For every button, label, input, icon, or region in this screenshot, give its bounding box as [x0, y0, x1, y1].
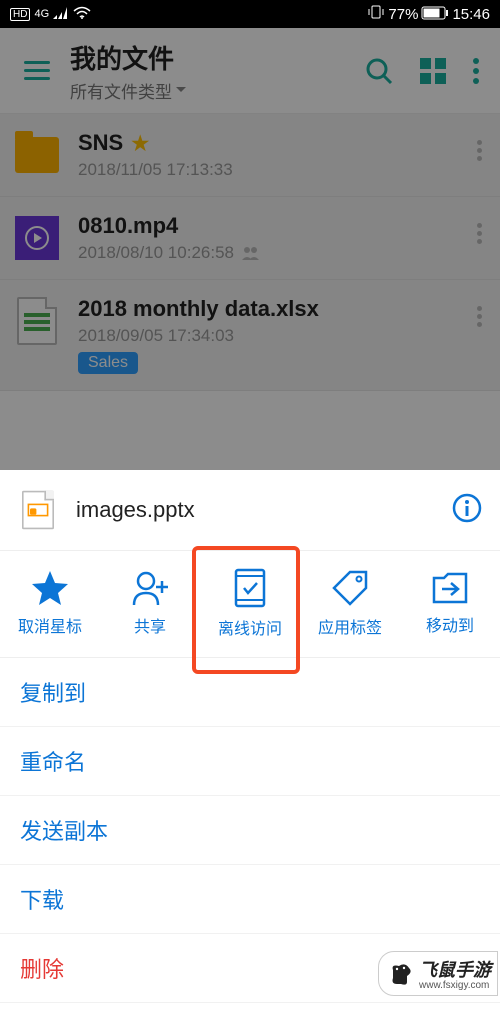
action-label: 离线访问	[218, 615, 282, 639]
watermark: 飞鼠手游 www.fsxigy.com	[378, 951, 498, 996]
file-menu-button[interactable]	[471, 130, 488, 171]
file-menu-button[interactable]	[471, 213, 488, 254]
overflow-button[interactable]	[472, 58, 480, 84]
file-date: 2018/09/05 17:34:03	[78, 326, 471, 346]
wifi-icon	[73, 6, 91, 23]
move-action[interactable]: 移动到	[400, 569, 500, 639]
sheet-filename: images.pptx	[76, 497, 452, 523]
file-type-filter[interactable]: 所有文件类型	[70, 76, 364, 103]
file-tag: Sales	[78, 352, 138, 374]
battery-pct: 77%	[388, 6, 418, 23]
file-date: 2018/08/10 10:26:58	[78, 243, 234, 263]
tag-action[interactable]: 应用标签	[300, 569, 400, 639]
chevron-down-icon	[176, 87, 186, 93]
hd-indicator: HD	[10, 8, 30, 21]
action-row: 取消星标 共享 离线访问 应用标签 移动到	[0, 551, 500, 658]
video-icon	[15, 216, 59, 260]
vibrate-icon	[368, 5, 384, 23]
share-person-icon	[132, 571, 168, 605]
spreadsheet-icon	[17, 297, 57, 345]
file-date: 2018/11/05 17:13:33	[78, 160, 471, 180]
menu-button[interactable]	[14, 51, 60, 90]
page-title: 我的文件	[70, 39, 364, 76]
star-icon: ★	[131, 131, 149, 156]
action-label: 移动到	[426, 612, 474, 636]
move-folder-icon	[432, 572, 468, 604]
file-item-folder[interactable]: SNS ★ 2018/11/05 17:13:33	[0, 114, 500, 197]
tag-icon	[332, 570, 368, 606]
rename-item[interactable]: 重命名	[0, 727, 500, 796]
file-name: 2018 monthly data.xlsx	[78, 296, 319, 322]
clock: 15:46	[452, 6, 490, 23]
shared-icon	[242, 246, 262, 260]
app-bar: 我的文件 所有文件类型	[0, 28, 500, 114]
offline-action[interactable]: 离线访问	[200, 569, 300, 639]
download-item[interactable]: 下载	[0, 865, 500, 934]
action-label: 取消星标	[18, 613, 82, 637]
presentation-icon	[22, 491, 54, 529]
signal-icon	[53, 6, 69, 23]
send-copy-item[interactable]: 发送副本	[0, 796, 500, 865]
status-bar: HD 4G 77% 15:46	[0, 0, 500, 28]
file-list: SNS ★ 2018/11/05 17:13:33 0810.mp4 2018/0…	[0, 114, 500, 391]
watermark-url: www.fsxigy.com	[419, 980, 491, 991]
battery-icon	[422, 6, 448, 23]
watermark-logo-icon	[389, 962, 413, 986]
unstar-action[interactable]: 取消星标	[0, 569, 100, 639]
action-label: 共享	[134, 613, 166, 637]
watermark-brand: 飞鼠手游	[419, 960, 491, 980]
network-indicator: 4G	[34, 8, 49, 20]
file-item-video[interactable]: 0810.mp4 2018/08/10 10:26:58	[0, 197, 500, 280]
folder-icon	[15, 137, 59, 173]
action-label: 应用标签	[318, 614, 382, 638]
search-button[interactable]	[364, 56, 394, 86]
file-menu-button[interactable]	[471, 296, 488, 337]
file-name: 0810.mp4	[78, 213, 178, 239]
offline-device-icon	[235, 569, 265, 607]
view-toggle-button[interactable]	[420, 58, 446, 84]
copy-to-item[interactable]: 复制到	[0, 658, 500, 727]
info-button[interactable]	[452, 493, 482, 528]
file-name: SNS	[78, 130, 123, 156]
file-item-xlsx[interactable]: 2018 monthly data.xlsx 2018/09/05 17:34:…	[0, 280, 500, 391]
share-action[interactable]: 共享	[100, 569, 200, 639]
star-filled-icon	[32, 571, 68, 605]
